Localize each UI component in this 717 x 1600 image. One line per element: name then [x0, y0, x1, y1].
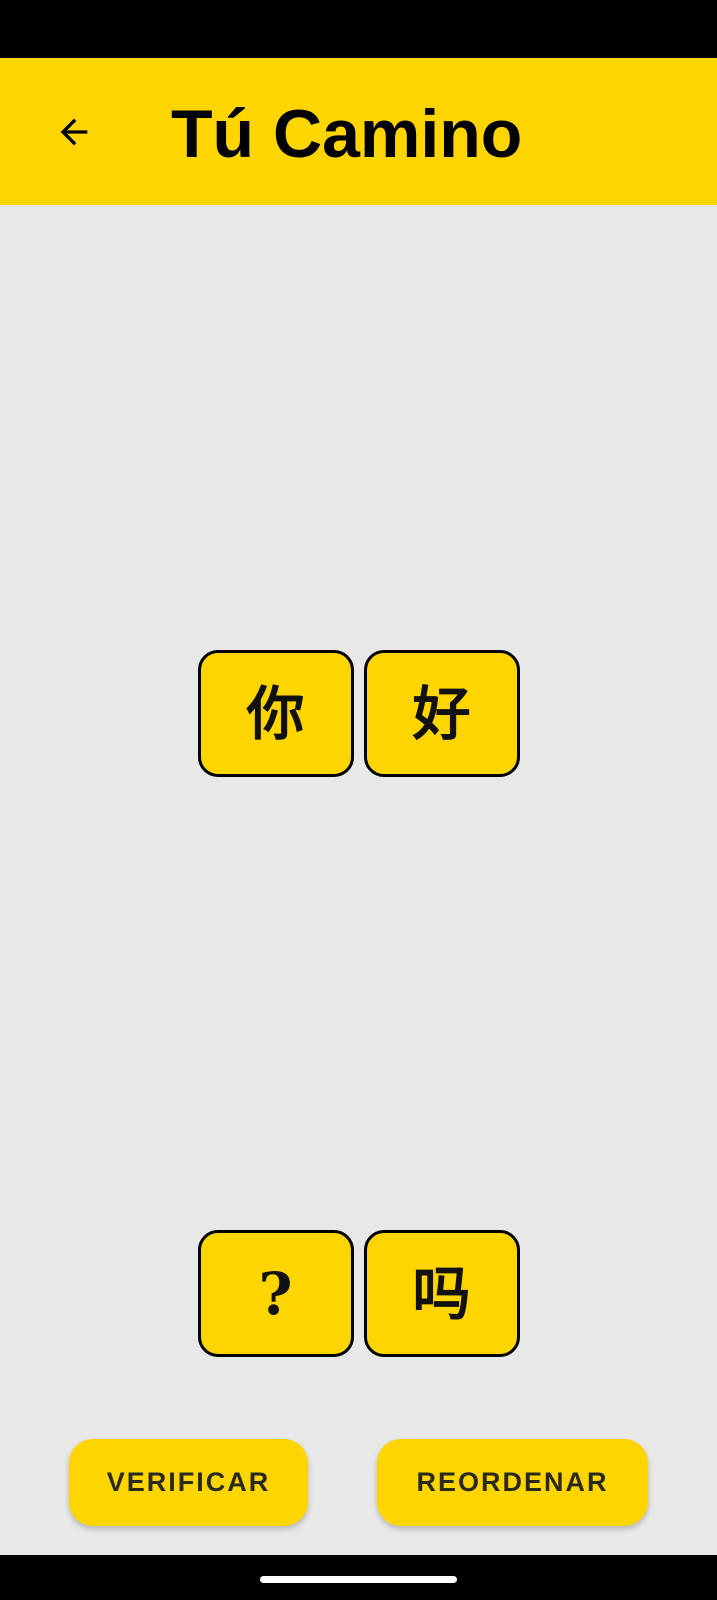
verify-button[interactable]: VERIFICAR	[69, 1439, 308, 1526]
app-bar: Tú Camino	[0, 58, 717, 205]
navigation-bar	[0, 1555, 717, 1600]
reorder-button[interactable]: REORDENAR	[377, 1439, 648, 1526]
tile-char: 吗	[412, 1259, 471, 1328]
tile-char: 你	[246, 679, 305, 748]
back-button[interactable]	[48, 106, 100, 158]
page-title: Tú Camino	[171, 96, 523, 172]
status-bar	[0, 0, 717, 58]
tile-char: ?	[258, 1259, 293, 1328]
bank-tile[interactable]: ?	[197, 1230, 354, 1357]
arrow-left-icon	[60, 118, 88, 146]
tile-char: 好	[412, 679, 471, 748]
answer-tiles: 你 好	[0, 650, 717, 777]
answer-tile[interactable]: 你	[197, 650, 354, 777]
word-bank-tiles: ? 吗	[0, 1230, 717, 1357]
answer-tile[interactable]: 好	[363, 650, 520, 777]
home-indicator[interactable]	[260, 1576, 457, 1583]
exercise-area: 你 好 ? 吗	[0, 205, 717, 1555]
bank-tile[interactable]: 吗	[363, 1230, 520, 1357]
